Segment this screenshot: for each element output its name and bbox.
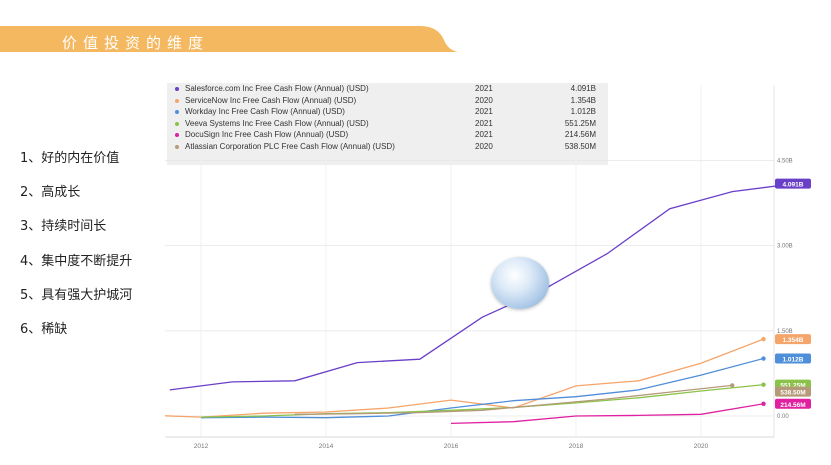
end-labels: 4.091B1.354B1.012B551.25M214.56M538.50M bbox=[775, 178, 811, 409]
bullet-item: 4、集中度不断提升 bbox=[20, 253, 133, 269]
x-tick-label: 2020 bbox=[694, 443, 709, 450]
legend-row-servicenow[interactable]: ServiceNow Inc Free Cash Flow (Annual) (… bbox=[167, 95, 608, 107]
decorative-sphere-icon bbox=[491, 257, 549, 309]
legend-name: Workday Inc Free Cash Flow (Annual) (USD… bbox=[185, 107, 345, 117]
bullet-item: 1、好的内在价值 bbox=[20, 151, 120, 166]
y-tick-label: 1.50B bbox=[777, 329, 793, 335]
legend-year: 2021 bbox=[475, 130, 493, 140]
x-tick-label: 2014 bbox=[319, 443, 334, 450]
legend-row-atlassian[interactable]: Atlassian Corporation PLC Free Cash Flow… bbox=[167, 141, 608, 153]
legend-name: Veeva Systems Inc Free Cash Flow (Annual… bbox=[185, 118, 369, 128]
legend-value: 1.354B bbox=[570, 95, 596, 105]
legend-color-dot bbox=[175, 121, 179, 126]
legend-row-docusign[interactable]: DocuSign Inc Free Cash Flow (Annual) (US… bbox=[167, 129, 608, 141]
series-end-point bbox=[730, 383, 735, 388]
legend-value: 214.56M bbox=[564, 130, 596, 140]
y-tick-label: 3.00B bbox=[777, 244, 793, 250]
bullet-item: 2、高成长 bbox=[20, 185, 81, 201]
legend-color-dot bbox=[175, 144, 179, 149]
x-tick-label: 2018 bbox=[569, 443, 584, 450]
end-value-tag-text: 4.091B bbox=[783, 182, 804, 189]
legend-row-workday[interactable]: Workday Inc Free Cash Flow (Annual) (USD… bbox=[167, 106, 608, 118]
legend-value: 1.012B bbox=[570, 107, 596, 117]
legend-year: 2020 bbox=[475, 141, 493, 151]
bullet-item: 5、具有强大护城河 bbox=[20, 287, 133, 303]
end-value-tag: 214.56M bbox=[775, 398, 811, 409]
slide-title: 价值投资的维度 bbox=[62, 34, 210, 52]
series-end-point bbox=[761, 382, 766, 387]
end-value-tag-text: 538.50M bbox=[780, 390, 805, 397]
x-tick-labels: 2012 2014 2016 2018 2020 bbox=[194, 443, 709, 450]
series-end-point bbox=[761, 356, 766, 361]
end-value-tag-text: 214.56M bbox=[780, 402, 805, 409]
end-value-tag-text: 1.354B bbox=[783, 337, 804, 344]
legend-value: 4.091B bbox=[570, 84, 596, 93]
series-line-servicenow bbox=[165, 338, 764, 418]
legend-color-dot bbox=[175, 87, 179, 91]
legend-color-dot bbox=[175, 110, 179, 115]
legend-value: 538.50M bbox=[564, 141, 596, 151]
legend-name: ServiceNow Inc Free Cash Flow (Annual) (… bbox=[185, 95, 357, 105]
legend-year: 2021 bbox=[475, 84, 493, 93]
legend-year: 2021 bbox=[475, 118, 493, 128]
series-end-point bbox=[761, 336, 766, 342]
legend-year: 2020 bbox=[475, 95, 493, 105]
bullet-item: 3、持续时间长 bbox=[20, 219, 107, 235]
end-value-tag: 1.354B bbox=[775, 334, 811, 345]
legend-color-dot bbox=[175, 98, 179, 103]
end-value-tag-text: 1.012B bbox=[783, 357, 804, 364]
legend-name: Atlassian Corporation PLC Free Cash Flow… bbox=[185, 141, 395, 151]
legend-row-veeva[interactable]: Veeva Systems Inc Free Cash Flow (Annual… bbox=[167, 118, 608, 130]
y-tick-label: 0.00 bbox=[777, 414, 789, 420]
legend-year: 2021 bbox=[475, 107, 493, 117]
bullet-item: 6、稀缺 bbox=[20, 321, 68, 337]
legend-value: 551.25M bbox=[564, 118, 596, 128]
legend-row-salesforce[interactable]: Salesforce.com Inc Free Cash Flow (Annua… bbox=[167, 83, 608, 95]
end-value-tag: 1.012B bbox=[775, 353, 811, 364]
legend-name: DocuSign Inc Free Cash Flow (Annual) (US… bbox=[185, 130, 349, 140]
end-value-tag: 4.091B bbox=[775, 178, 811, 189]
y-tick-label: 4.50B bbox=[777, 158, 793, 164]
legend-name: Salesforce.com Inc Free Cash Flow (Annua… bbox=[185, 84, 369, 93]
series-end-point bbox=[761, 401, 766, 407]
x-tick-label: 2016 bbox=[444, 443, 459, 450]
bullet-list: 1、好的内在价值 2、高成长 3、持续时间长 4、集中度不断提升 5、具有强大护… bbox=[20, 147, 132, 352]
legend-color-dot bbox=[175, 133, 179, 138]
series-lines bbox=[165, 181, 797, 425]
series-line-docusign bbox=[450, 403, 764, 425]
end-value-tag: 538.50M bbox=[775, 386, 811, 397]
x-tick-label: 2012 bbox=[194, 443, 209, 450]
chart-legend: Salesforce.com Inc Free Cash Flow (Annua… bbox=[167, 83, 608, 153]
